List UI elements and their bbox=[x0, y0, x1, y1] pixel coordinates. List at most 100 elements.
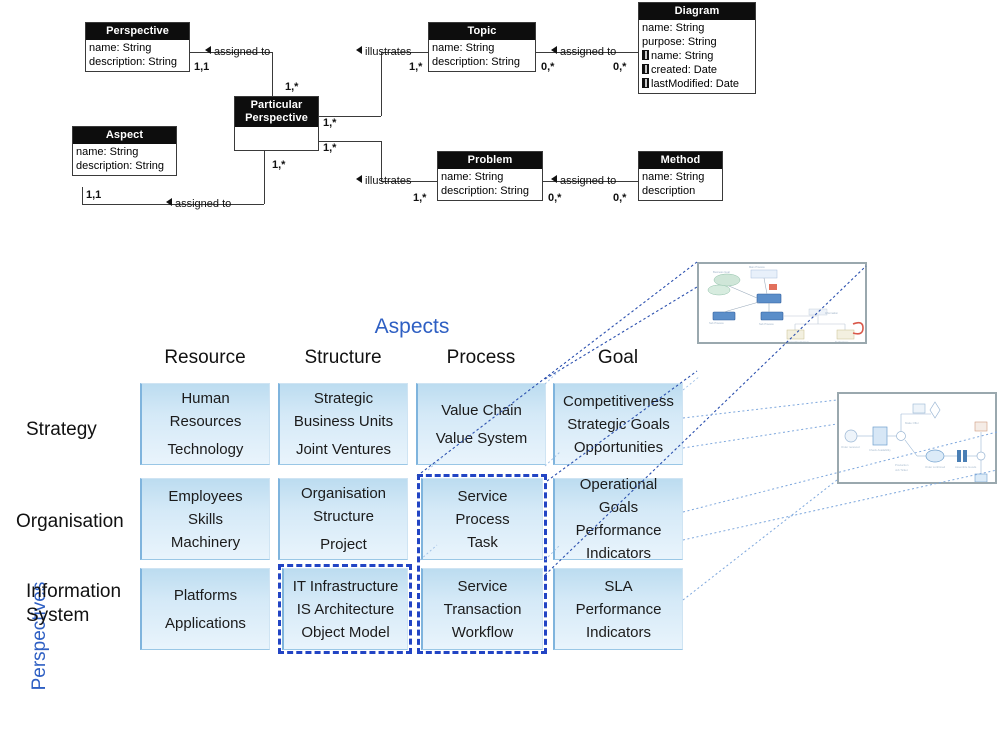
matrix-row-header-information-system: Information System bbox=[26, 581, 122, 626]
uml-private-attribute: name: String bbox=[642, 49, 752, 63]
svg-text:Supporting System: Supporting System bbox=[787, 340, 809, 344]
svg-text:Check Availability: Check Availability bbox=[869, 448, 891, 452]
cardinality-label: 1,* bbox=[323, 142, 337, 154]
uml-class-name: Particular Perspective bbox=[235, 97, 318, 127]
architecture-diagram-thumbnail-image: Business Goal Main Process Sub Process Sub… bbox=[699, 264, 865, 344]
matrix-cell-strategy-structure[interactable]: Strategic Business Units Joint Ventures bbox=[278, 383, 408, 465]
uml-attribute: description: String bbox=[76, 160, 165, 172]
process-flow-diagram-thumbnail-image: Order received Check Availability Make Of… bbox=[839, 394, 995, 482]
uml-class-topic[interactable]: Topic name: String description: String bbox=[428, 22, 536, 72]
matrix-cell-strategy-resource[interactable]: Human Resources Technology bbox=[140, 383, 270, 465]
cell-line: Project bbox=[320, 536, 367, 553]
arrow-left-icon bbox=[551, 175, 557, 183]
process-flow-diagram-thumbnail[interactable]: Order received Check Availability Make Of… bbox=[837, 392, 997, 484]
cell-line: SLA bbox=[604, 577, 633, 595]
cell-line: IS Architecture bbox=[296, 600, 395, 618]
svg-text:Assemble Goods: Assemble Goods bbox=[955, 465, 977, 469]
cell-line: Strategic Goals bbox=[567, 415, 670, 433]
matrix-cell-information-system-goal[interactable]: SLA Performance Indicators bbox=[553, 568, 683, 650]
uml-attribute: description: String bbox=[432, 56, 521, 68]
cell-line: Indicators bbox=[585, 545, 652, 562]
uml-class-diagram[interactable]: Diagram name: String purpose: String nam… bbox=[638, 2, 756, 94]
matrix-cell-strategy-goal[interactable]: Competitiveness Strategic Goals Opportun… bbox=[553, 383, 683, 465]
uml-class-aspect[interactable]: Aspect name: String description: String bbox=[72, 126, 177, 176]
uml-class-particular-perspective[interactable]: Particular Perspective bbox=[234, 96, 319, 151]
uml-attributes: name: String description bbox=[639, 169, 722, 200]
svg-text:Technology: Technology bbox=[835, 340, 849, 344]
association-label-text: assigned to bbox=[560, 46, 617, 58]
uml-attribute: description: String bbox=[441, 185, 530, 197]
cell-line: Value System bbox=[435, 429, 528, 447]
svg-text:Business Goal: Business Goal bbox=[713, 270, 730, 274]
cardinality-label: 0,* bbox=[541, 61, 555, 73]
svg-text:Main Process: Main Process bbox=[749, 265, 765, 269]
cell-line: Applications bbox=[165, 614, 246, 632]
svg-text:Order received: Order received bbox=[841, 445, 860, 449]
uml-attributes bbox=[235, 127, 318, 150]
association-label: assigned to bbox=[166, 198, 231, 210]
association-label: illustrates bbox=[356, 46, 411, 58]
cardinality-label: 1,1 bbox=[194, 61, 210, 73]
association-label-text: assigned to bbox=[214, 46, 271, 58]
uml-attribute-text: name: String bbox=[651, 50, 714, 62]
matrix-cell-information-system-process[interactable]: Service Transaction Workflow bbox=[421, 568, 543, 650]
uml-attribute: description: String bbox=[89, 56, 178, 68]
uml-attributes: name: String purpose: String name: Strin… bbox=[639, 20, 755, 93]
cardinality-label: 0,* bbox=[613, 192, 627, 204]
association-line bbox=[82, 187, 83, 204]
architecture-diagram-thumbnail[interactable]: Business Goal Main Process Sub Process Sub… bbox=[697, 262, 867, 344]
uml-class-perspective[interactable]: Perspective name: String description: St… bbox=[85, 22, 190, 72]
svg-text:Make Offer: Make Offer bbox=[905, 421, 919, 425]
cell-line: Resources bbox=[169, 413, 242, 430]
association-line bbox=[272, 52, 273, 96]
cell-line: Object Model bbox=[301, 623, 390, 641]
uml-attribute-text: lastModified: Date bbox=[651, 78, 740, 90]
cell-line: Operational bbox=[579, 476, 658, 493]
uml-class-name: Perspective bbox=[86, 23, 189, 40]
cell-line: Task bbox=[467, 533, 498, 551]
cell-line: Transaction bbox=[443, 600, 522, 618]
matrix-column-header-structure: Structure bbox=[304, 347, 382, 368]
cardinality-label: 1,* bbox=[409, 61, 423, 73]
association-label-text: assigned to bbox=[560, 175, 617, 187]
association-line bbox=[381, 52, 382, 116]
matrix-rows-title: Perspectives bbox=[29, 581, 50, 691]
arrow-left-icon bbox=[205, 46, 211, 54]
cell-line: Machinery bbox=[170, 533, 241, 551]
arrow-left-icon bbox=[356, 175, 362, 183]
uml-attribute: name: String bbox=[441, 171, 504, 183]
cell-line: Technology bbox=[167, 441, 244, 458]
cell-line: IT Infrastructure bbox=[292, 577, 399, 595]
cell-line: Service bbox=[457, 487, 508, 505]
cardinality-label: 1,* bbox=[285, 81, 299, 93]
cell-line: Workflow bbox=[451, 623, 514, 641]
cell-line: Joint Ventures bbox=[295, 441, 392, 458]
uml-private-attribute: lastModified: Date bbox=[642, 77, 752, 91]
uml-class-problem[interactable]: Problem name: String description: String bbox=[437, 151, 543, 201]
cell-line: Goals bbox=[598, 499, 639, 516]
matrix-cell-information-system-resource[interactable]: Platforms Applications bbox=[140, 568, 270, 650]
association-label-text: illustrates bbox=[365, 175, 412, 187]
svg-text:Sub Process: Sub Process bbox=[709, 321, 724, 325]
uml-private-attribute: created: Date bbox=[642, 63, 752, 77]
uml-class-name: Diagram bbox=[639, 3, 755, 20]
matrix-cell-information-system-structure[interactable]: IT Infrastructure IS Architecture Object… bbox=[282, 568, 408, 650]
matrix-cell-organisation-structure[interactable]: Organisation Structure Project bbox=[278, 478, 408, 560]
cell-line: Strategic bbox=[313, 390, 374, 407]
perspectives-aspects-matrix: Aspects Perspectives Resource Structure … bbox=[0, 235, 1000, 690]
uml-class-name: Problem bbox=[438, 152, 542, 169]
uml-attribute: name: String bbox=[76, 146, 139, 158]
association-label: assigned to bbox=[551, 175, 616, 187]
matrix-cell-organisation-process[interactable]: Service Process Task bbox=[421, 478, 543, 560]
matrix-cell-organisation-goal[interactable]: Operational Goals Performance Indicators bbox=[553, 476, 683, 562]
association-label: illustrates bbox=[356, 175, 411, 187]
matrix-column-header-goal: Goal bbox=[597, 347, 639, 368]
uml-class-method[interactable]: Method name: String description bbox=[638, 151, 723, 201]
cardinality-label: 0,* bbox=[548, 192, 562, 204]
association-label-text: illustrates bbox=[365, 46, 412, 58]
matrix-column-header-resource: Resource bbox=[164, 347, 246, 368]
cell-line: Human bbox=[181, 390, 230, 407]
association-label: assigned to bbox=[551, 46, 616, 58]
matrix-cell-organisation-resource[interactable]: Employees Skills Machinery bbox=[140, 478, 270, 560]
matrix-cell-strategy-process[interactable]: Value Chain Value System bbox=[416, 383, 546, 465]
